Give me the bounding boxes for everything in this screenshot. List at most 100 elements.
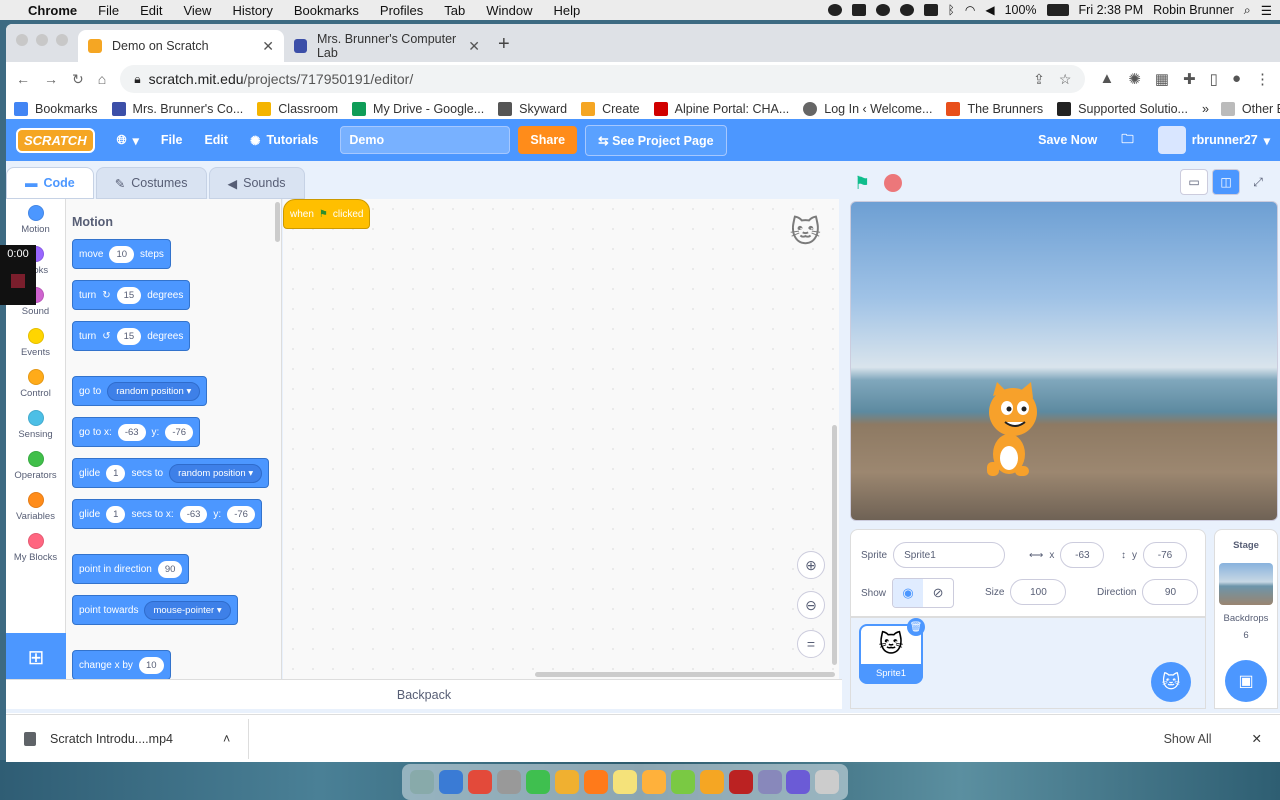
gear-status-icon[interactable] — [827, 4, 842, 16]
block-input[interactable]: 90 — [157, 560, 183, 578]
zoom-out-button[interactable]: ⊖ — [797, 591, 825, 619]
green-flag-button[interactable]: ⚑ — [854, 173, 874, 193]
block-move-steps[interactable]: move 10 steps — [72, 239, 171, 269]
tab-demo-on-scratch[interactable]: Demo on Scratch ✕ — [78, 30, 284, 62]
chrome-app-icon[interactable] — [468, 770, 493, 794]
block-input[interactable]: 10 — [109, 245, 135, 263]
close-tab-icon[interactable]: ✕ — [262, 38, 274, 55]
other-bookmarks[interactable]: Other Bookmarks — [1220, 101, 1280, 116]
profile-avatar[interactable]: ● — [1232, 70, 1241, 88]
palette-scrollbar[interactable] — [275, 202, 280, 242]
tab-costumes[interactable]: ✎ Costumes — [95, 167, 207, 199]
bookmark-item[interactable]: The Brunners — [946, 101, 1043, 116]
category-control[interactable]: Control — [6, 363, 65, 404]
language-menu[interactable]: 🌐︎ ▾ — [117, 133, 139, 148]
sprite-direction-input[interactable]: 90 — [1142, 579, 1199, 605]
menu-edit[interactable]: Edit — [140, 3, 162, 18]
drive-extension-icon[interactable]: ▲ — [1099, 70, 1114, 88]
block-input[interactable]: 15 — [116, 327, 142, 345]
block-turn-left[interactable]: turn ↺ 15 degrees — [72, 321, 191, 351]
close-tab-icon[interactable]: ✕ — [468, 38, 480, 55]
trash-icon[interactable] — [815, 770, 840, 794]
block-input[interactable]: 1 — [106, 464, 126, 482]
menu-help[interactable]: Help — [554, 3, 581, 18]
side-panel-icon[interactable]: ▯ — [1210, 70, 1218, 88]
menu-bookmarks[interactable]: Bookmarks — [294, 3, 359, 18]
preview-doc-icon[interactable] — [757, 770, 782, 794]
when-flag-clicked-block[interactable]: when ⚑ clicked — [283, 199, 371, 229]
choose-backdrop-button[interactable]: ▣ — [1225, 660, 1267, 702]
photos-app-icon[interactable] — [555, 770, 580, 794]
hide-eye-icon[interactable]: ⊘ — [923, 579, 953, 607]
screenshot-icon[interactable] — [851, 4, 866, 16]
block-dropdown[interactable]: random position ▾ — [169, 463, 263, 483]
scratch-app-icon[interactable] — [699, 770, 724, 794]
block-dropdown[interactable]: mouse-pointer ▾ — [144, 600, 231, 620]
script-vertical-scrollbar[interactable] — [832, 425, 837, 665]
category-events[interactable]: Events — [6, 322, 65, 363]
timer-app-icon[interactable] — [670, 770, 695, 794]
rocket-app-icon[interactable] — [497, 770, 522, 794]
block-point-towards[interactable]: point towards mouse-pointer ▾ — [72, 595, 238, 625]
add-extension-button[interactable]: ⊞ — [6, 633, 66, 681]
address-bar[interactable]: 🔒︎ scratch.mit.edu /projects/717950191/e… — [120, 65, 1086, 93]
spotlight-icon[interactable]: ⌕ — [1244, 3, 1251, 18]
extension-icon[interactable]: ✺ — [1128, 70, 1141, 88]
bookmark-item[interactable]: Skyward — [498, 101, 567, 116]
home-icon[interactable]: ⌂ — [98, 71, 106, 87]
block-input[interactable]: 15 — [116, 286, 142, 304]
backpack-panel[interactable]: Backpack — [6, 679, 842, 709]
bookmark-item[interactable]: My Drive - Google... — [352, 101, 484, 116]
edit-menu[interactable]: Edit — [204, 133, 228, 147]
script-horizontal-scrollbar[interactable] — [535, 672, 835, 677]
notes-app-icon[interactable] — [612, 770, 637, 794]
block-point-direction[interactable]: point in direction 90 — [72, 554, 190, 584]
close-downloads-icon[interactable]: ✕ — [1252, 731, 1262, 746]
bookmark-item[interactable]: Alpine Portal: CHA... — [653, 101, 789, 116]
menubar-user[interactable]: Robin Brunner — [1153, 3, 1234, 17]
block-turn-right[interactable]: turn ↻ 15 degrees — [72, 280, 191, 310]
backdrop-thumbnail[interactable] — [1219, 563, 1273, 605]
category-operators[interactable]: Operators — [6, 445, 65, 486]
messages-app-icon[interactable] — [526, 770, 551, 794]
share-page-icon[interactable]: ⇪ — [1033, 71, 1045, 88]
category-my-blocks[interactable]: My Blocks — [6, 527, 65, 568]
bookmark-item[interactable]: Classroom — [257, 101, 338, 116]
fullscreen-icon[interactable]: ⤢ — [1244, 169, 1272, 195]
block-input[interactable]: -76 — [227, 505, 255, 523]
sprite-size-input[interactable]: 100 — [1010, 579, 1067, 605]
finder-icon[interactable] — [439, 770, 464, 794]
zoom-reset-button[interactable]: = — [797, 630, 825, 658]
maximize-window-button[interactable] — [56, 34, 68, 46]
save-now-button[interactable]: Save Now — [1038, 133, 1097, 147]
category-variables[interactable]: Variables — [6, 486, 65, 527]
tab-code[interactable]: ▬ Code — [6, 167, 94, 199]
app-icon[interactable] — [641, 770, 666, 794]
stage-canvas[interactable] — [850, 201, 1278, 521]
tab-computer-lab[interactable]: Mrs. Brunner's Computer Lab ✕ — [284, 30, 490, 62]
bookmark-item[interactable]: Create — [581, 101, 640, 116]
forward-icon[interactable]: → — [44, 71, 58, 87]
sprite-name-input[interactable]: Sprite1 — [893, 542, 1006, 568]
menubar-clock[interactable]: Fri 2:38 PM — [1079, 3, 1144, 17]
stage-target-panel[interactable]: Stage Backdrops 6 ▣ — [1214, 529, 1278, 709]
tab-sounds[interactable]: ◀︎ Sounds — [208, 167, 305, 199]
back-icon[interactable]: ← — [16, 71, 30, 87]
block-input[interactable]: 1 — [106, 505, 126, 523]
small-stage-button[interactable]: ▭ — [1180, 169, 1208, 195]
wifi-icon[interactable]: ◠ — [965, 3, 975, 17]
choose-sprite-button[interactable]: 🐱︎ — [1151, 662, 1191, 702]
reload-icon[interactable]: ↻ — [72, 71, 84, 88]
show-all-button[interactable]: Show All — [1164, 732, 1212, 746]
menu-view[interactable]: View — [183, 3, 211, 18]
preview-app-icon[interactable] — [410, 770, 435, 794]
bookmark-item[interactable]: Bookmarks — [14, 101, 98, 116]
bookmark-star-icon[interactable]: ☆ — [1059, 71, 1072, 88]
zoom-in-button[interactable]: ⊕ — [797, 551, 825, 579]
block-glide-random[interactable]: glide 1 secs to random position ▾ — [72, 458, 270, 488]
block-input[interactable]: 10 — [138, 656, 164, 674]
category-motion[interactable]: Motion — [6, 199, 65, 240]
bookmark-item[interactable]: Mrs. Brunner's Co... — [111, 101, 243, 116]
tutorials-button[interactable]: ✺ Tutorials — [250, 133, 318, 148]
battery-icon[interactable] — [1046, 4, 1069, 16]
